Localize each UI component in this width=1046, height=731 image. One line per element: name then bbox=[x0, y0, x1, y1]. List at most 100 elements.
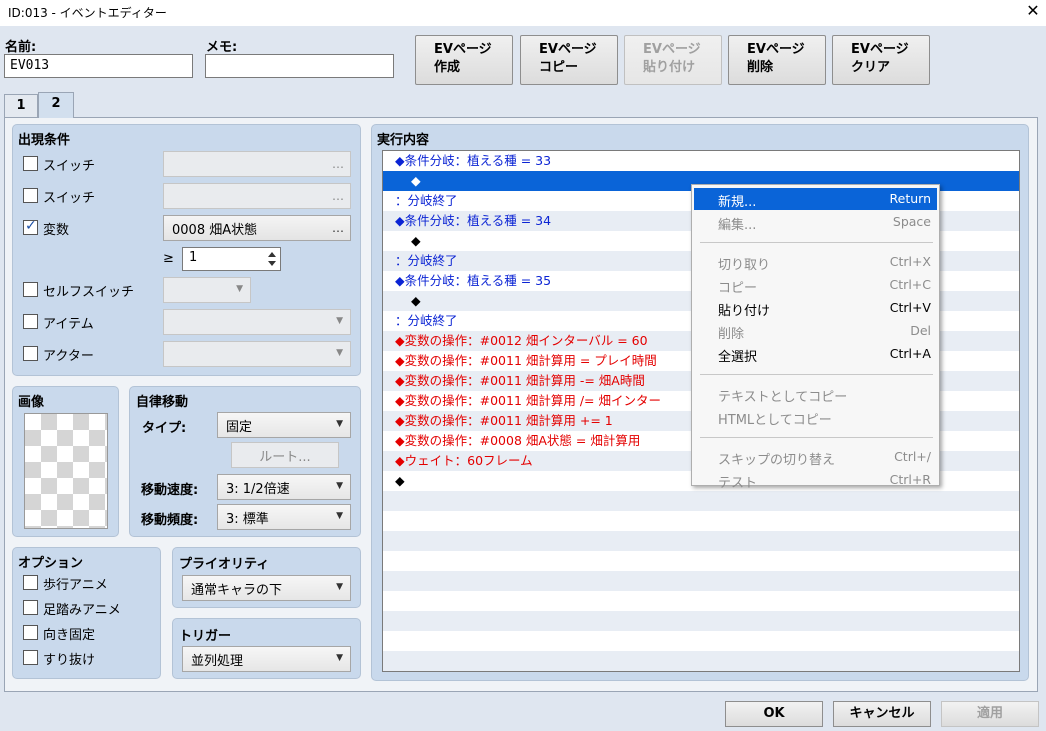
ev-page-create-button[interactable]: EVページ 作成 bbox=[415, 35, 513, 85]
command-text: ◆ bbox=[411, 173, 421, 188]
command-text: ：分岐終了 bbox=[395, 253, 458, 268]
menu-item[interactable]: 削除 Del bbox=[694, 320, 937, 342]
ellipsis-icon: … bbox=[332, 157, 344, 171]
button-line1: EVページ bbox=[851, 42, 909, 57]
chevron-down-icon: ▼ bbox=[336, 511, 343, 521]
move-speed-select[interactable]: 3: 1/2倍速 ▼ bbox=[217, 474, 351, 500]
stepping-anime-label: 足踏みアニメ bbox=[43, 603, 121, 618]
direction-fix-label: 向き固定 bbox=[43, 628, 96, 643]
button-line2: クリア bbox=[851, 60, 891, 75]
move-type-label: タイプ: bbox=[142, 421, 187, 436]
move-frequency-select[interactable]: 3: 標準 ▼ bbox=[217, 504, 351, 530]
command-text: ◆条件分岐：植える種 = 34 bbox=[395, 213, 552, 228]
through-checkbox[interactable] bbox=[23, 650, 38, 665]
menu-item[interactable]: 全選択 Ctrl+A bbox=[694, 343, 937, 365]
self-switch-label: セルフスイッチ bbox=[43, 285, 135, 300]
command-row[interactable] bbox=[383, 531, 1019, 551]
actor-checkbox[interactable] bbox=[23, 346, 38, 361]
ok-button[interactable]: OK bbox=[725, 701, 823, 727]
ev-page-clear-button[interactable]: EVページ クリア bbox=[832, 35, 930, 85]
command-text: ◆変数の操作：#0008 畑A状態 = 畑計算用 bbox=[395, 433, 641, 448]
command-text: ◆ウェイト：60フレーム bbox=[395, 453, 533, 468]
self-switch-checkbox[interactable] bbox=[23, 282, 38, 297]
walking-anime-label: 歩行アニメ bbox=[43, 578, 108, 593]
command-text: ：分岐終了 bbox=[395, 193, 458, 208]
command-row[interactable] bbox=[383, 491, 1019, 511]
walking-anime-checkbox[interactable] bbox=[23, 575, 38, 590]
direction-fix-checkbox[interactable] bbox=[23, 625, 38, 640]
command-row[interactable] bbox=[383, 551, 1019, 571]
window-title: ID:013 - イベントエディター bbox=[8, 6, 167, 20]
menu-item-label: 切り取り bbox=[718, 258, 771, 273]
menu-item[interactable]: 切り取り Ctrl+X bbox=[694, 251, 937, 273]
menu-item[interactable]: コピー Ctrl+C bbox=[694, 274, 937, 296]
self-switch-select[interactable]: ▼ bbox=[163, 277, 251, 303]
command-row[interactable] bbox=[383, 651, 1019, 671]
stepping-anime-checkbox[interactable] bbox=[23, 600, 38, 615]
tab-page-2[interactable]: 2 bbox=[38, 92, 74, 118]
actor-select[interactable]: ▼ bbox=[163, 341, 351, 367]
close-icon[interactable]: ✕ bbox=[1024, 1, 1042, 20]
trigger-select[interactable]: 並列処理 ▼ bbox=[182, 646, 351, 672]
ellipsis-icon: … bbox=[332, 221, 344, 235]
variable-value-spinner[interactable]: 1 bbox=[182, 247, 281, 271]
priority-select[interactable]: 通常キャラの下 ▼ bbox=[182, 575, 351, 601]
switch1-picker[interactable]: … bbox=[163, 151, 351, 177]
button-line2: 削除 bbox=[747, 60, 774, 75]
command-text: ◆変数の操作：#0012 畑インターバル = 60 bbox=[395, 333, 648, 348]
command-row[interactable] bbox=[383, 591, 1019, 611]
switch2-checkbox[interactable] bbox=[23, 188, 38, 203]
menu-item-shortcut: Ctrl+C bbox=[889, 277, 931, 292]
command-row[interactable] bbox=[383, 611, 1019, 631]
menu-item[interactable]: スキップの切り替え Ctrl+/ bbox=[694, 446, 937, 468]
menu-item-label: 編集... bbox=[718, 218, 757, 233]
command-text: ◆ bbox=[411, 233, 421, 248]
variable-checkbox[interactable] bbox=[23, 218, 38, 235]
ev-page-delete-button[interactable]: EVページ 削除 bbox=[728, 35, 826, 85]
command-row[interactable] bbox=[383, 511, 1019, 531]
command-row[interactable] bbox=[383, 631, 1019, 651]
event-image[interactable] bbox=[24, 413, 108, 529]
route-button[interactable]: ルート... bbox=[231, 442, 339, 468]
chevron-down-icon: ▼ bbox=[336, 481, 343, 491]
command-text: ◆ bbox=[411, 293, 421, 308]
move-frequency-value: 3: 標準 bbox=[226, 512, 269, 527]
menu-item-shortcut: Del bbox=[910, 323, 931, 338]
menu-item[interactable]: テスト Ctrl+R bbox=[694, 469, 937, 491]
menu-separator bbox=[700, 437, 933, 438]
variable-label: 変数 bbox=[43, 223, 70, 238]
tab-page-1[interactable]: 1 bbox=[4, 94, 38, 118]
menu-item[interactable]: 新規... Return bbox=[694, 188, 937, 210]
button-line1: EVページ bbox=[643, 42, 701, 57]
variable-picker[interactable]: 0008 畑A状態 … bbox=[163, 215, 351, 241]
priority-title: プライオリティ bbox=[179, 557, 270, 572]
item-checkbox[interactable] bbox=[23, 314, 38, 329]
move-type-select[interactable]: 固定 ▼ bbox=[217, 412, 351, 438]
up-down-icon[interactable] bbox=[268, 251, 276, 267]
ev-page-copy-button[interactable]: EVページ コピー bbox=[520, 35, 618, 85]
menu-item-shortcut: Ctrl+X bbox=[889, 254, 931, 269]
memo-field[interactable] bbox=[205, 54, 394, 78]
chevron-down-icon: ▼ bbox=[336, 316, 343, 326]
menu-item[interactable]: HTMLとしてコピー bbox=[694, 406, 937, 428]
autonomous-title: 自律移動 bbox=[136, 395, 189, 410]
button-line2: 貼り付け bbox=[643, 60, 696, 75]
menu-item[interactable]: 編集... Space bbox=[694, 211, 937, 233]
menu-item-label: テスト bbox=[718, 476, 758, 491]
button-line1: EVページ bbox=[434, 42, 492, 57]
cancel-button[interactable]: キャンセル bbox=[833, 701, 931, 727]
apply-button[interactable]: 適用 bbox=[941, 701, 1039, 727]
contents-title: 実行内容 bbox=[377, 133, 430, 148]
command-text: ◆変数の操作：#0011 畑計算用 = プレイ時間 bbox=[395, 353, 657, 368]
menu-item[interactable]: テキストとしてコピー bbox=[694, 383, 937, 405]
command-text: ◆ bbox=[395, 473, 405, 488]
menu-separator bbox=[700, 374, 933, 375]
name-field[interactable]: EV013 bbox=[4, 54, 193, 78]
switch2-picker[interactable]: … bbox=[163, 183, 351, 209]
item-select[interactable]: ▼ bbox=[163, 309, 351, 335]
switch1-checkbox[interactable] bbox=[23, 156, 38, 171]
command-row[interactable]: ◆条件分岐：植える種 = 33 bbox=[383, 151, 1019, 171]
command-row[interactable] bbox=[383, 571, 1019, 591]
menu-item[interactable]: 貼り付け Ctrl+V bbox=[694, 297, 937, 319]
ev-page-paste-button[interactable]: EVページ 貼り付け bbox=[624, 35, 722, 85]
